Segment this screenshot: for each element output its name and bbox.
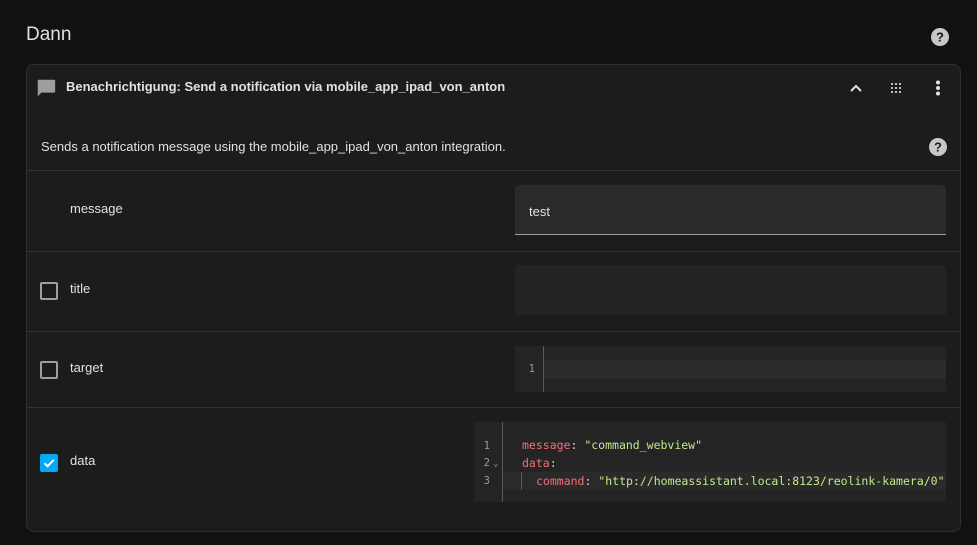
service-description: Sends a notification message using the m… (41, 139, 506, 154)
title-input[interactable] (515, 265, 946, 315)
divider (27, 170, 960, 171)
chevron-up-icon[interactable] (844, 76, 868, 100)
check-icon (43, 459, 55, 468)
help-icon[interactable]: ? (930, 27, 950, 47)
data-checkbox[interactable] (40, 454, 58, 472)
title-checkbox[interactable] (40, 282, 58, 300)
target-checkbox[interactable] (40, 361, 58, 379)
chat-icon (35, 77, 57, 99)
title-label: title (70, 281, 91, 296)
line-number: 1 (528, 363, 535, 375)
help-icon[interactable]: ? (928, 137, 948, 157)
data-label: data (70, 453, 96, 468)
fold-chevron-icon[interactable]: ⌄ (493, 459, 498, 469)
target-label: target (70, 360, 104, 375)
message-label: message (70, 201, 123, 216)
code-line: message: "command_webview" (522, 438, 703, 452)
divider (27, 331, 960, 332)
editor-gutter (502, 422, 503, 502)
indent-guide (521, 472, 522, 490)
target-code-editor[interactable]: 1 (515, 346, 946, 392)
divider (27, 251, 960, 252)
divider (27, 407, 960, 408)
active-line (544, 360, 946, 378)
message-value: test (529, 204, 550, 219)
svg-text:?: ? (936, 30, 944, 45)
code-line: command: "http://homeassistant.local:812… (536, 474, 945, 488)
data-code-editor[interactable]: 1 2 ⌄ 3 message: "command_webview" data:… (474, 422, 946, 502)
line-number: 2 (483, 457, 490, 469)
action-card: Benachrichtigung: Send a notification vi… (26, 64, 961, 532)
message-input[interactable]: test (515, 185, 946, 235)
more-vertical-icon[interactable] (926, 76, 950, 100)
line-number: 1 (483, 440, 490, 452)
card-title: Benachrichtigung: Send a notification vi… (66, 79, 506, 94)
svg-text:?: ? (934, 140, 942, 155)
drag-handle-icon[interactable] (884, 76, 908, 100)
section-title: Dann (26, 24, 72, 45)
line-number: 3 (483, 475, 490, 487)
card-header[interactable]: Benachrichtigung: Send a notification vi… (27, 65, 960, 111)
code-line: data: (522, 456, 557, 470)
